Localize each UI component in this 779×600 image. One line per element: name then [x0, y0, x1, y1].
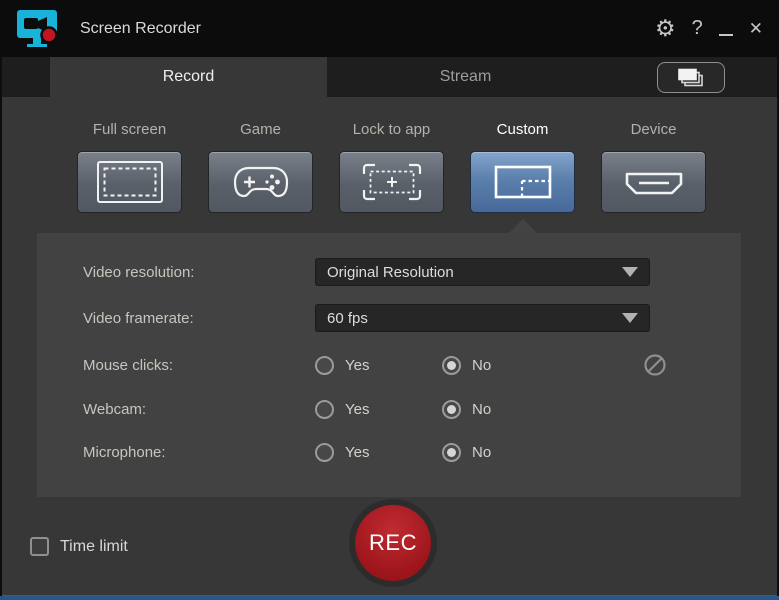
yes-label: Yes: [345, 443, 370, 461]
device-button[interactable]: [601, 151, 706, 213]
microphone-no-option[interactable]: No: [442, 442, 492, 462]
minimize-icon[interactable]: [718, 33, 733, 36]
mode-full-screen: Full screen: [77, 121, 182, 213]
mode-label: Custom: [496, 121, 549, 138]
radio-selected-icon[interactable]: [442, 355, 461, 375]
help-icon[interactable]: ?: [692, 17, 703, 40]
window-bottom-accent: [0, 596, 779, 600]
mode-label: Lock to app: [352, 121, 431, 138]
webcam-row: Webcam: Yes No: [83, 395, 703, 423]
fullscreen-region-icon: [96, 160, 164, 204]
radio-unselected-icon[interactable]: [315, 442, 334, 462]
time-limit-control[interactable]: Time limit: [30, 537, 128, 556]
compact-view-button[interactable]: [657, 62, 725, 93]
stacked-windows-icon: [675, 67, 707, 88]
time-limit-checkbox[interactable]: [30, 537, 49, 556]
video-framerate-value: 60 fps: [327, 309, 368, 327]
webcam-label: Webcam:: [83, 400, 147, 418]
panel-pointer: [509, 219, 537, 233]
tab-bar: Record Stream: [2, 57, 777, 97]
settings-gear-icon[interactable]: ⚙: [655, 17, 676, 40]
time-limit-label: Time limit: [60, 537, 128, 555]
mode-game: Game: [208, 121, 313, 213]
screen-recorder-window: Screen Recorder ⚙ ? ✕ Record Stream Full…: [0, 0, 779, 600]
mode-label: Full screen: [92, 121, 167, 138]
video-framerate-dropdown[interactable]: 60 fps: [315, 304, 650, 332]
radio-unselected-icon[interactable]: [315, 355, 334, 375]
video-resolution-value: Original Resolution: [327, 263, 454, 281]
chevron-down-icon: [622, 267, 638, 277]
full-screen-button[interactable]: [77, 151, 182, 213]
tab-stream[interactable]: Stream: [327, 57, 604, 97]
titlebar: Screen Recorder ⚙ ? ✕: [0, 0, 779, 57]
lock-to-app-button[interactable]: [339, 151, 444, 213]
video-framerate-row: Video framerate: 60 fps: [83, 304, 703, 332]
webcam-yes-option[interactable]: Yes: [315, 399, 442, 419]
record-button[interactable]: REC: [355, 505, 431, 581]
webcam-no-option[interactable]: No: [442, 399, 492, 419]
close-icon[interactable]: ✕: [749, 19, 763, 39]
hdmi-device-icon: [620, 161, 688, 203]
game-button[interactable]: [208, 151, 313, 213]
record-button-ring: REC: [349, 499, 437, 587]
gamepad-icon: [232, 164, 290, 200]
mode-label: Game: [240, 121, 281, 138]
mouse-clicks-yes-option[interactable]: Yes: [315, 355, 442, 375]
radio-unselected-icon[interactable]: [315, 399, 334, 419]
radio-selected-icon[interactable]: [442, 442, 461, 462]
microphone-yes-option[interactable]: Yes: [315, 442, 442, 462]
custom-button[interactable]: [470, 151, 575, 213]
app-logo-icon: [16, 9, 62, 49]
tab-record[interactable]: Record: [50, 57, 327, 97]
prohibited-icon: [643, 353, 667, 377]
video-resolution-row: Video resolution: Original Resolution: [83, 258, 703, 286]
microphone-label: Microphone:: [83, 443, 166, 461]
no-label: No: [472, 443, 492, 461]
custom-region-icon: [491, 161, 555, 203]
no-label: No: [472, 400, 492, 418]
no-label: No: [472, 356, 492, 374]
mouse-clicks-row: Mouse clicks: Yes No: [83, 351, 703, 379]
video-resolution-dropdown[interactable]: Original Resolution: [315, 258, 650, 286]
mode-lock-to-app: Lock to app: [339, 121, 444, 213]
yes-label: Yes: [345, 400, 370, 418]
mode-device: Device: [601, 121, 706, 213]
mode-custom: Custom: [470, 121, 575, 213]
window-title: Screen Recorder: [80, 20, 201, 37]
mode-label: Device: [630, 121, 677, 138]
video-resolution-label: Video resolution:: [83, 263, 195, 281]
yes-label: Yes: [345, 356, 370, 374]
settings-panel: Video resolution: Original Resolution Vi…: [37, 233, 741, 497]
mouse-clicks-no-option[interactable]: No: [442, 355, 492, 375]
mouse-clicks-label: Mouse clicks:: [83, 356, 174, 374]
microphone-row: Microphone: Yes No: [83, 438, 703, 466]
radio-selected-icon[interactable]: [442, 399, 461, 419]
video-framerate-label: Video framerate:: [83, 309, 194, 327]
chevron-down-icon: [622, 313, 638, 323]
lock-to-app-icon: [360, 161, 424, 203]
